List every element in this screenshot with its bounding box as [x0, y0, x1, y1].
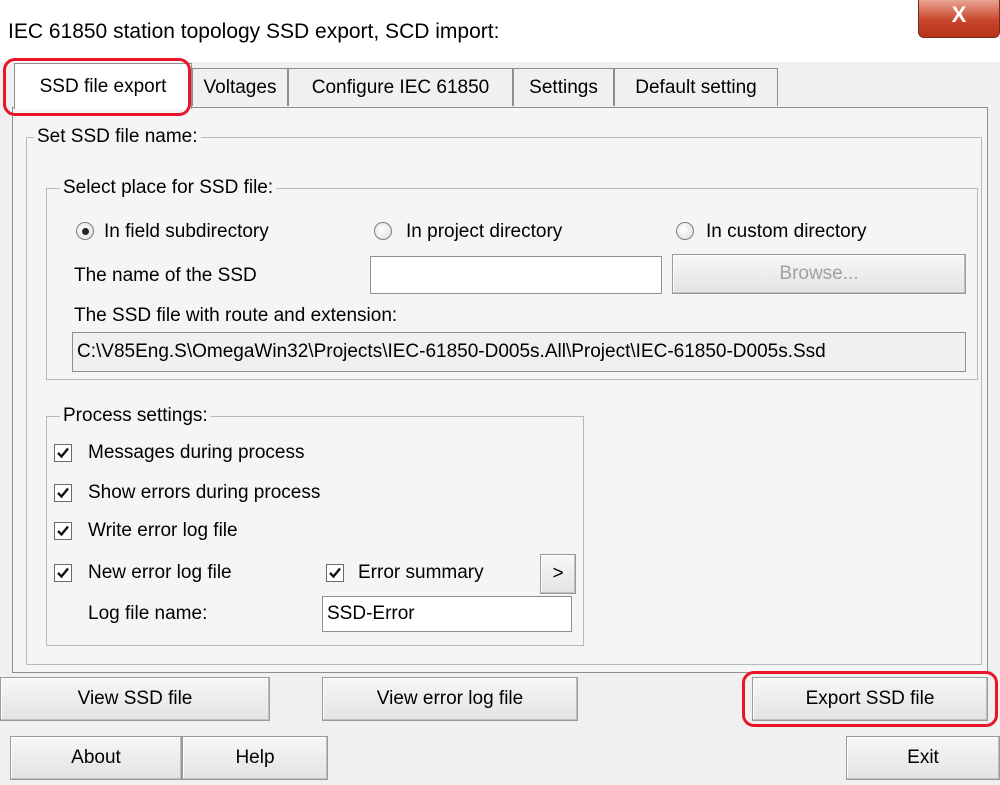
radio-project-directory-label: In project directory — [406, 221, 563, 242]
help-button[interactable]: Help — [182, 736, 328, 780]
tab-ssd-file-export[interactable]: SSD file export — [14, 63, 192, 109]
tab-label: Voltages — [203, 77, 277, 98]
checkmark-icon — [57, 567, 69, 579]
checkbox-write-log-label: Write error log file — [88, 520, 238, 541]
tab-settings[interactable]: Settings — [513, 68, 614, 106]
checkmark-icon — [57, 487, 69, 499]
about-button[interactable]: About — [10, 736, 182, 780]
tab-label: Default setting — [635, 77, 757, 98]
log-file-name-input[interactable]: SSD-Error — [322, 596, 572, 632]
close-icon: X — [951, 2, 967, 27]
error-summary-arrow-button[interactable]: > — [540, 554, 576, 594]
checkmark-icon — [57, 525, 69, 537]
tab-voltages[interactable]: Voltages — [192, 68, 288, 106]
checkbox-messages-label: Messages during process — [88, 442, 305, 463]
ssd-name-label: The name of the SSD — [74, 265, 257, 286]
checkbox-error-summary[interactable] — [326, 564, 344, 582]
radio-selected-dot — [82, 228, 89, 235]
process-settings-legend: Process settings: — [60, 405, 211, 427]
window-title: IEC 61850 station topology SSD export, S… — [8, 20, 500, 43]
chevron-right-icon: > — [552, 563, 564, 584]
view-error-log-button[interactable]: View error log file — [322, 677, 578, 721]
radio-field-subdirectory-label: In field subdirectory — [104, 221, 269, 242]
checkbox-error-summary-label: Error summary — [358, 562, 484, 583]
set-ssd-legend: Set SSD file name: — [34, 126, 201, 148]
checkbox-messages[interactable] — [54, 444, 72, 462]
checkbox-new-log-label: New error log file — [88, 562, 232, 583]
radio-custom-directory-label: In custom directory — [706, 221, 867, 242]
checkmark-icon — [329, 567, 341, 579]
tab-default-setting[interactable]: Default setting — [614, 68, 778, 106]
tab-configure-iec-61850[interactable]: Configure IEC 61850 — [288, 68, 513, 106]
checkbox-new-log[interactable] — [54, 564, 72, 582]
ssd-route-field[interactable]: C:\V85Eng.S\OmegaWin32\Projects\IEC-6185… — [72, 332, 966, 372]
checkmark-icon — [57, 447, 69, 459]
ssd-route-label: The SSD file with route and extension: — [74, 305, 398, 326]
radio-field-subdirectory[interactable] — [76, 222, 94, 240]
tab-label: Settings — [529, 77, 598, 98]
exit-button[interactable]: Exit — [846, 736, 1000, 780]
checkbox-show-errors-label: Show errors during process — [88, 482, 321, 503]
radio-project-directory[interactable] — [374, 222, 392, 240]
browse-button[interactable]: Browse... — [672, 254, 966, 294]
export-ssd-file-button[interactable]: Export SSD file — [752, 677, 988, 721]
log-file-name-label: Log file name: — [88, 603, 208, 624]
ssd-name-input[interactable] — [370, 256, 662, 294]
tab-label: SSD file export — [39, 76, 167, 97]
tab-label: Configure IEC 61850 — [311, 77, 490, 98]
checkbox-show-errors[interactable] — [54, 484, 72, 502]
view-ssd-file-button[interactable]: View SSD file — [0, 677, 270, 721]
close-button[interactable]: X — [918, 0, 1000, 38]
radio-custom-directory[interactable] — [676, 222, 694, 240]
checkbox-write-log[interactable] — [54, 522, 72, 540]
select-place-legend: Select place for SSD file: — [60, 177, 277, 199]
